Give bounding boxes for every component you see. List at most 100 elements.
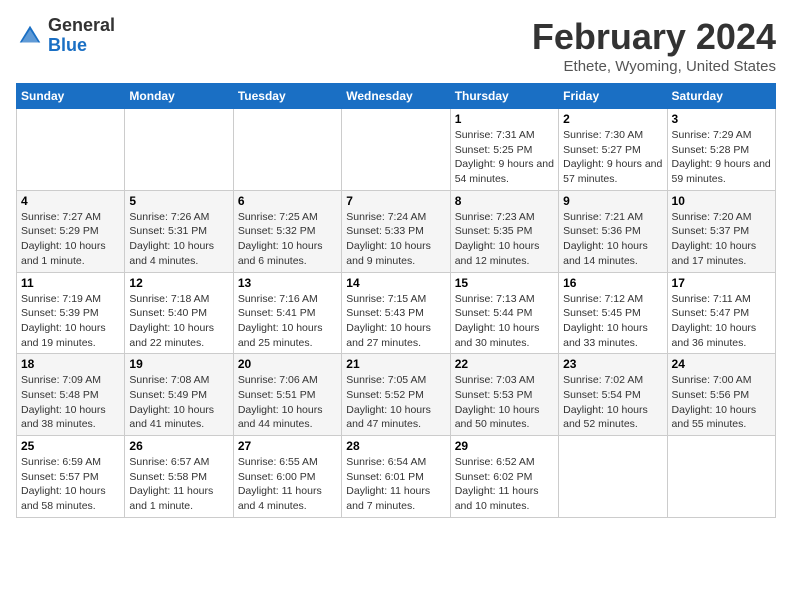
day-number: 6	[238, 194, 337, 208]
calendar-cell	[342, 109, 450, 191]
calendar-cell: 26 Sunrise: 6:57 AMSunset: 5:58 PMDayligh…	[125, 436, 233, 518]
day-info: Sunrise: 7:13 AMSunset: 5:44 PMDaylight:…	[455, 292, 554, 351]
calendar-week-4: 18Sunrise: 7:09 AMSunset: 5:48 PMDayligh…	[17, 354, 776, 436]
calendar-cell	[125, 109, 233, 191]
day-info: Sunrise: 7:16 AMSunset: 5:41 PMDaylight:…	[238, 292, 337, 351]
calendar-cell: 23 Sunrise: 7:02 AMSunset: 5:54 PMDayligh…	[559, 354, 667, 436]
day-number: 24	[672, 357, 771, 371]
day-number: 22	[455, 357, 554, 371]
location: Ethete, Wyoming, United States	[532, 58, 776, 75]
calendar-cell: 28 Sunrise: 6:54 AMSunset: 6:01 PMDayligh…	[342, 436, 450, 518]
day-info: Sunrise: 6:52 AMSunset: 6:02 PMDaylight:…	[455, 455, 554, 514]
day-number: 10	[672, 194, 771, 208]
day-number: 21	[346, 357, 445, 371]
calendar-week-5: 25 Sunrise: 6:59 AMSunset: 5:57 PMDayligh…	[17, 436, 776, 518]
calendar-cell	[667, 436, 775, 518]
day-number: 13	[238, 276, 337, 290]
calendar-table: SundayMondayTuesdayWednesdayThursdayFrid…	[16, 83, 776, 518]
day-info: Sunrise: 7:15 AMSunset: 5:43 PMDaylight:…	[346, 292, 445, 351]
calendar-cell: 9 Sunrise: 7:21 AMSunset: 5:36 PMDaylight…	[559, 190, 667, 272]
day-info: Sunrise: 7:00 AMSunset: 5:56 PMDaylight:…	[672, 373, 771, 432]
calendar-cell: 27Sunrise: 6:55 AMSunset: 6:00 PMDayligh…	[233, 436, 341, 518]
calendar-cell: 3 Sunrise: 7:29 AMSunset: 5:28 PMDaylight…	[667, 109, 775, 191]
day-info: Sunrise: 7:09 AMSunset: 5:48 PMDaylight:…	[21, 373, 120, 432]
calendar-cell: 12Sunrise: 7:18 AMSunset: 5:40 PMDayligh…	[125, 272, 233, 354]
day-info: Sunrise: 7:08 AMSunset: 5:49 PMDaylight:…	[129, 373, 228, 432]
day-info: Sunrise: 7:29 AMSunset: 5:28 PMDaylight:…	[672, 128, 771, 187]
calendar-cell	[17, 109, 125, 191]
calendar-cell: 20 Sunrise: 7:06 AMSunset: 5:51 PMDayligh…	[233, 354, 341, 436]
calendar-cell: 24 Sunrise: 7:00 AMSunset: 5:56 PMDayligh…	[667, 354, 775, 436]
calendar-cell: 22 Sunrise: 7:03 AMSunset: 5:53 PMDayligh…	[450, 354, 558, 436]
day-info: Sunrise: 7:12 AMSunset: 5:45 PMDaylight:…	[563, 292, 662, 351]
calendar-cell	[559, 436, 667, 518]
calendar-week-1: 1 Sunrise: 7:31 AMSunset: 5:25 PMDaylight…	[17, 109, 776, 191]
day-number: 3	[672, 112, 771, 126]
day-number: 8	[455, 194, 554, 208]
day-number: 25	[21, 439, 120, 453]
day-number: 26	[129, 439, 228, 453]
calendar-cell: 14 Sunrise: 7:15 AMSunset: 5:43 PMDayligh…	[342, 272, 450, 354]
day-info: Sunrise: 7:24 AMSunset: 5:33 PMDaylight:…	[346, 210, 445, 269]
calendar-cell: 29Sunrise: 6:52 AMSunset: 6:02 PMDayligh…	[450, 436, 558, 518]
logo-blue: Blue	[48, 35, 87, 55]
day-number: 28	[346, 439, 445, 453]
calendar-cell: 18Sunrise: 7:09 AMSunset: 5:48 PMDayligh…	[17, 354, 125, 436]
day-info: Sunrise: 7:25 AMSunset: 5:32 PMDaylight:…	[238, 210, 337, 269]
day-info: Sunrise: 7:31 AMSunset: 5:25 PMDaylight:…	[455, 128, 554, 187]
weekday-header-row: SundayMondayTuesdayWednesdayThursdayFrid…	[17, 84, 776, 109]
calendar-cell: 11 Sunrise: 7:19 AMSunset: 5:39 PMDayligh…	[17, 272, 125, 354]
day-number: 20	[238, 357, 337, 371]
weekday-header-wednesday: Wednesday	[342, 84, 450, 109]
calendar-cell: 6 Sunrise: 7:25 AMSunset: 5:32 PMDaylight…	[233, 190, 341, 272]
day-number: 11	[21, 276, 120, 290]
day-info: Sunrise: 6:59 AMSunset: 5:57 PMDaylight:…	[21, 455, 120, 514]
logo: General Blue	[16, 16, 115, 56]
logo-text: General Blue	[48, 16, 115, 56]
day-info: Sunrise: 6:57 AMSunset: 5:58 PMDaylight:…	[129, 455, 228, 514]
calendar-cell	[233, 109, 341, 191]
day-info: Sunrise: 7:19 AMSunset: 5:39 PMDaylight:…	[21, 292, 120, 351]
day-number: 15	[455, 276, 554, 290]
day-info: Sunrise: 7:06 AMSunset: 5:51 PMDaylight:…	[238, 373, 337, 432]
calendar-cell: 1 Sunrise: 7:31 AMSunset: 5:25 PMDaylight…	[450, 109, 558, 191]
day-number: 19	[129, 357, 228, 371]
day-number: 12	[129, 276, 228, 290]
day-number: 14	[346, 276, 445, 290]
day-info: Sunrise: 7:03 AMSunset: 5:53 PMDaylight:…	[455, 373, 554, 432]
day-number: 27	[238, 439, 337, 453]
day-info: Sunrise: 7:02 AMSunset: 5:54 PMDaylight:…	[563, 373, 662, 432]
calendar-cell: 8 Sunrise: 7:23 AMSunset: 5:35 PMDaylight…	[450, 190, 558, 272]
day-info: Sunrise: 6:54 AMSunset: 6:01 PMDaylight:…	[346, 455, 445, 514]
day-number: 2	[563, 112, 662, 126]
logo-icon	[16, 22, 44, 50]
calendar-cell: 5 Sunrise: 7:26 AMSunset: 5:31 PMDaylight…	[125, 190, 233, 272]
month-title: February 2024	[532, 16, 776, 58]
weekday-header-friday: Friday	[559, 84, 667, 109]
day-info: Sunrise: 7:21 AMSunset: 5:36 PMDaylight:…	[563, 210, 662, 269]
day-info: Sunrise: 7:20 AMSunset: 5:37 PMDaylight:…	[672, 210, 771, 269]
calendar-cell: 4Sunrise: 7:27 AMSunset: 5:29 PMDaylight…	[17, 190, 125, 272]
calendar-cell: 19 Sunrise: 7:08 AMSunset: 5:49 PMDayligh…	[125, 354, 233, 436]
day-number: 4	[21, 194, 120, 208]
weekday-header-tuesday: Tuesday	[233, 84, 341, 109]
day-number: 23	[563, 357, 662, 371]
calendar-cell: 17Sunrise: 7:11 AMSunset: 5:47 PMDayligh…	[667, 272, 775, 354]
day-number: 16	[563, 276, 662, 290]
weekday-header-thursday: Thursday	[450, 84, 558, 109]
calendar-cell: 10 Sunrise: 7:20 AMSunset: 5:37 PMDayligh…	[667, 190, 775, 272]
weekday-header-sunday: Sunday	[17, 84, 125, 109]
calendar-cell: 16 Sunrise: 7:12 AMSunset: 5:45 PMDayligh…	[559, 272, 667, 354]
day-info: Sunrise: 7:23 AMSunset: 5:35 PMDaylight:…	[455, 210, 554, 269]
day-info: Sunrise: 7:26 AMSunset: 5:31 PMDaylight:…	[129, 210, 228, 269]
calendar-cell: 21Sunrise: 7:05 AMSunset: 5:52 PMDayligh…	[342, 354, 450, 436]
day-number: 5	[129, 194, 228, 208]
title-block: February 2024 Ethete, Wyoming, United St…	[532, 16, 776, 75]
day-number: 9	[563, 194, 662, 208]
day-number: 17	[672, 276, 771, 290]
page-header: General Blue February 2024 Ethete, Wyomi…	[16, 16, 776, 75]
calendar-week-3: 11 Sunrise: 7:19 AMSunset: 5:39 PMDayligh…	[17, 272, 776, 354]
day-number: 7	[346, 194, 445, 208]
day-number: 1	[455, 112, 554, 126]
logo-general: General	[48, 15, 115, 35]
